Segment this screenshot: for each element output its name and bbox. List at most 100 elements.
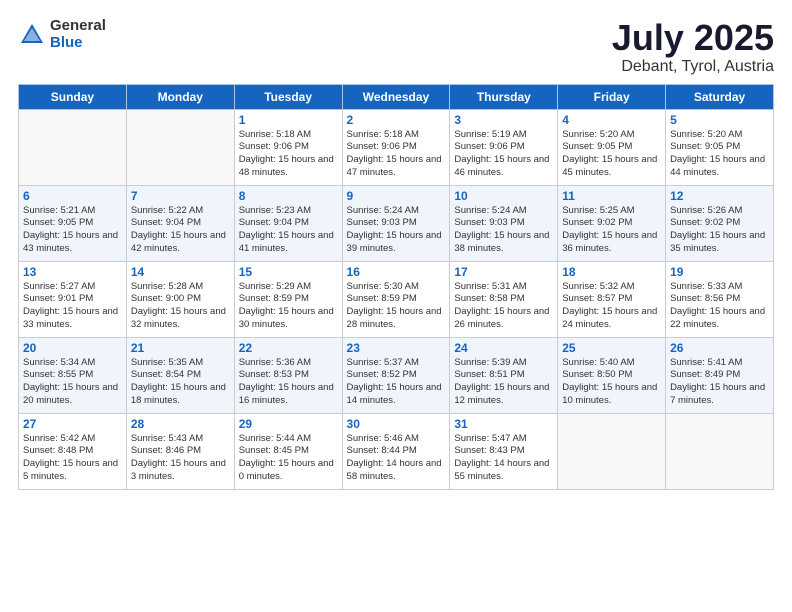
day-number: 31 (454, 417, 553, 431)
day-info: Sunrise: 5:18 AM Sunset: 9:06 PM Dayligh… (347, 129, 446, 180)
table-row: 2 Sunrise: 5:18 AM Sunset: 9:06 PM Daylig… (342, 109, 450, 185)
table-row: 20 Sunrise: 5:34 AM Sunset: 8:55 PM Dayli… (19, 337, 127, 413)
day-number: 23 (347, 341, 446, 355)
table-row: 24 Sunrise: 5:39 AM Sunset: 8:51 PM Dayli… (450, 337, 558, 413)
day-info: Sunrise: 5:39 AM Sunset: 8:51 PM Dayligh… (454, 357, 553, 408)
day-number: 8 (239, 189, 338, 203)
day-info: Sunrise: 5:18 AM Sunset: 9:06 PM Dayligh… (239, 129, 338, 180)
table-row: 1 Sunrise: 5:18 AM Sunset: 9:06 PM Daylig… (234, 109, 342, 185)
day-info: Sunrise: 5:26 AM Sunset: 9:02 PM Dayligh… (670, 205, 769, 256)
day-info: Sunrise: 5:29 AM Sunset: 8:59 PM Dayligh… (239, 281, 338, 332)
table-row: 16Sunrise: 5:30 AM Sunset: 8:59 PM Dayli… (342, 261, 450, 337)
table-row: 23 Sunrise: 5:37 AM Sunset: 8:52 PM Dayli… (342, 337, 450, 413)
table-row: 21Sunrise: 5:35 AM Sunset: 8:54 PM Dayli… (126, 337, 234, 413)
header: General Blue July 2025 Debant, Tyrol, Au… (18, 18, 774, 76)
day-number: 4 (562, 113, 661, 127)
day-info: Sunrise: 5:25 AM Sunset: 9:02 PM Dayligh… (562, 205, 661, 256)
day-number: 17 (454, 265, 553, 279)
logo: General Blue (18, 18, 106, 51)
day-number: 5 (670, 113, 769, 127)
col-thursday: Thursday (450, 84, 558, 109)
page: General Blue July 2025 Debant, Tyrol, Au… (0, 0, 792, 612)
day-info: Sunrise: 5:24 AM Sunset: 9:03 PM Dayligh… (454, 205, 553, 256)
col-saturday: Saturday (666, 84, 774, 109)
table-row (126, 109, 234, 185)
logo-blue-label: Blue (50, 35, 106, 52)
table-row: 17Sunrise: 5:31 AM Sunset: 8:58 PM Dayli… (450, 261, 558, 337)
day-info: Sunrise: 5:41 AM Sunset: 8:49 PM Dayligh… (670, 357, 769, 408)
day-info: Sunrise: 5:36 AM Sunset: 8:53 PM Dayligh… (239, 357, 338, 408)
table-row: 11 Sunrise: 5:25 AM Sunset: 9:02 PM Dayli… (558, 185, 666, 261)
calendar-week-row: 27 Sunrise: 5:42 AM Sunset: 8:48 PM Dayli… (19, 413, 774, 489)
table-row: 12Sunrise: 5:26 AM Sunset: 9:02 PM Dayli… (666, 185, 774, 261)
table-row: 15 Sunrise: 5:29 AM Sunset: 8:59 PM Dayli… (234, 261, 342, 337)
table-row: 3 Sunrise: 5:19 AM Sunset: 9:06 PM Daylig… (450, 109, 558, 185)
col-sunday: Sunday (19, 84, 127, 109)
day-info: Sunrise: 5:30 AM Sunset: 8:59 PM Dayligh… (347, 281, 446, 332)
col-friday: Friday (558, 84, 666, 109)
day-number: 13 (23, 265, 122, 279)
table-row (558, 413, 666, 489)
table-row: 18 Sunrise: 5:32 AM Sunset: 8:57 PM Dayli… (558, 261, 666, 337)
day-number: 27 (23, 417, 122, 431)
table-row: 13 Sunrise: 5:27 AM Sunset: 9:01 PM Dayli… (19, 261, 127, 337)
table-row (19, 109, 127, 185)
day-number: 9 (347, 189, 446, 203)
day-info: Sunrise: 5:19 AM Sunset: 9:06 PM Dayligh… (454, 129, 553, 180)
table-row: 14Sunrise: 5:28 AM Sunset: 9:00 PM Dayli… (126, 261, 234, 337)
calendar-week-row: 13 Sunrise: 5:27 AM Sunset: 9:01 PM Dayli… (19, 261, 774, 337)
table-row: 7Sunrise: 5:22 AM Sunset: 9:04 PM Daylig… (126, 185, 234, 261)
location-title: Debant, Tyrol, Austria (612, 58, 774, 76)
table-row: 27 Sunrise: 5:42 AM Sunset: 8:48 PM Dayli… (19, 413, 127, 489)
table-row: 9Sunrise: 5:24 AM Sunset: 9:03 PM Daylig… (342, 185, 450, 261)
calendar-week-row: 20 Sunrise: 5:34 AM Sunset: 8:55 PM Dayli… (19, 337, 774, 413)
logo-icon (18, 21, 46, 49)
day-number: 22 (239, 341, 338, 355)
day-number: 3 (454, 113, 553, 127)
day-number: 24 (454, 341, 553, 355)
table-row: 5 Sunrise: 5:20 AM Sunset: 9:05 PM Daylig… (666, 109, 774, 185)
day-number: 7 (131, 189, 230, 203)
calendar-header-row: Sunday Monday Tuesday Wednesday Thursday… (19, 84, 774, 109)
calendar-table: Sunday Monday Tuesday Wednesday Thursday… (18, 84, 774, 490)
day-number: 25 (562, 341, 661, 355)
day-number: 2 (347, 113, 446, 127)
day-number: 28 (131, 417, 230, 431)
day-number: 30 (347, 417, 446, 431)
table-row: 31Sunrise: 5:47 AM Sunset: 8:43 PM Dayli… (450, 413, 558, 489)
table-row: 25 Sunrise: 5:40 AM Sunset: 8:50 PM Dayli… (558, 337, 666, 413)
day-number: 14 (131, 265, 230, 279)
day-info: Sunrise: 5:40 AM Sunset: 8:50 PM Dayligh… (562, 357, 661, 408)
table-row: 22 Sunrise: 5:36 AM Sunset: 8:53 PM Dayli… (234, 337, 342, 413)
day-info: Sunrise: 5:35 AM Sunset: 8:54 PM Dayligh… (131, 357, 230, 408)
calendar-week-row: 6Sunrise: 5:21 AM Sunset: 9:05 PM Daylig… (19, 185, 774, 261)
day-info: Sunrise: 5:44 AM Sunset: 8:45 PM Dayligh… (239, 433, 338, 484)
day-number: 15 (239, 265, 338, 279)
table-row: 28 Sunrise: 5:43 AM Sunset: 8:46 PM Dayli… (126, 413, 234, 489)
table-row: 19Sunrise: 5:33 AM Sunset: 8:56 PM Dayli… (666, 261, 774, 337)
day-number: 1 (239, 113, 338, 127)
table-row: 4 Sunrise: 5:20 AM Sunset: 9:05 PM Daylig… (558, 109, 666, 185)
col-tuesday: Tuesday (234, 84, 342, 109)
day-info: Sunrise: 5:20 AM Sunset: 9:05 PM Dayligh… (562, 129, 661, 180)
table-row: 6Sunrise: 5:21 AM Sunset: 9:05 PM Daylig… (19, 185, 127, 261)
col-monday: Monday (126, 84, 234, 109)
table-row: 30Sunrise: 5:46 AM Sunset: 8:44 PM Dayli… (342, 413, 450, 489)
day-info: Sunrise: 5:43 AM Sunset: 8:46 PM Dayligh… (131, 433, 230, 484)
day-number: 20 (23, 341, 122, 355)
table-row: 10Sunrise: 5:24 AM Sunset: 9:03 PM Dayli… (450, 185, 558, 261)
day-number: 18 (562, 265, 661, 279)
day-info: Sunrise: 5:34 AM Sunset: 8:55 PM Dayligh… (23, 357, 122, 408)
day-info: Sunrise: 5:23 AM Sunset: 9:04 PM Dayligh… (239, 205, 338, 256)
day-info: Sunrise: 5:20 AM Sunset: 9:05 PM Dayligh… (670, 129, 769, 180)
day-number: 29 (239, 417, 338, 431)
day-info: Sunrise: 5:37 AM Sunset: 8:52 PM Dayligh… (347, 357, 446, 408)
day-info: Sunrise: 5:32 AM Sunset: 8:57 PM Dayligh… (562, 281, 661, 332)
day-info: Sunrise: 5:27 AM Sunset: 9:01 PM Dayligh… (23, 281, 122, 332)
title-block: July 2025 Debant, Tyrol, Austria (612, 18, 774, 76)
month-title: July 2025 (612, 18, 774, 58)
day-number: 26 (670, 341, 769, 355)
day-info: Sunrise: 5:42 AM Sunset: 8:48 PM Dayligh… (23, 433, 122, 484)
day-info: Sunrise: 5:33 AM Sunset: 8:56 PM Dayligh… (670, 281, 769, 332)
day-number: 11 (562, 189, 661, 203)
